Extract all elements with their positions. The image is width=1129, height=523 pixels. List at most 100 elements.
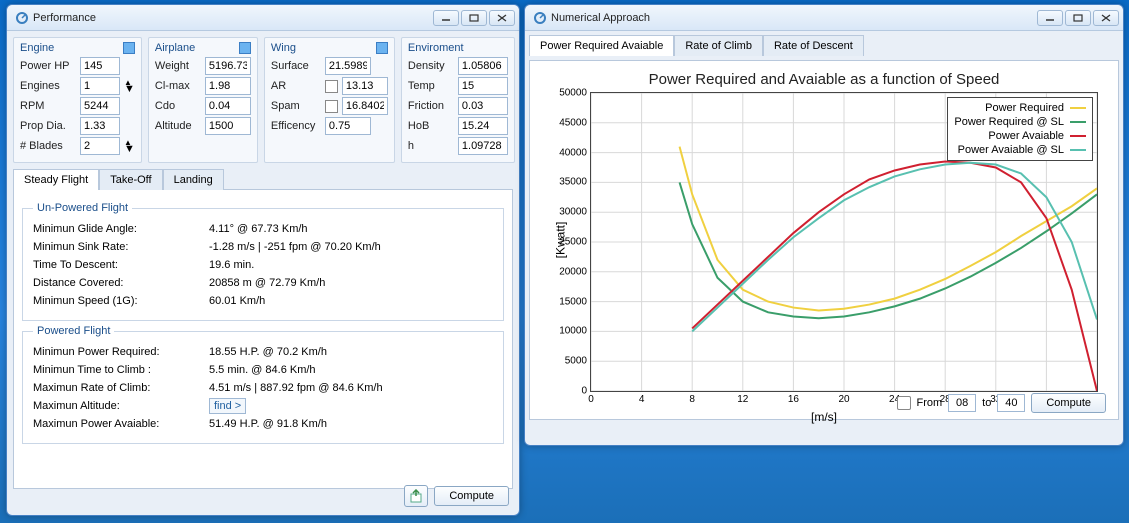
export-icon-button[interactable] xyxy=(404,485,428,507)
minimize-button[interactable] xyxy=(1037,10,1063,26)
compute-button[interactable]: Compute xyxy=(434,486,509,506)
clmax-input[interactable] xyxy=(205,77,251,95)
min-speed-label: Minimun Speed (1G): xyxy=(33,295,209,307)
rpm-input[interactable] xyxy=(80,97,120,115)
friction-input[interactable] xyxy=(458,97,508,115)
sink-rate-value: -1.28 m/s | -251 fpm @ 70.20 Km/h xyxy=(209,241,381,253)
unpowered-fieldset: Un-Powered Flight Minimun Glide Angle:4.… xyxy=(22,202,504,321)
surface-input[interactable] xyxy=(325,57,371,75)
engine-group: Engine Power HP Engines▲▼ RPM Prop Dia. … xyxy=(13,37,142,163)
h-label: h xyxy=(408,140,454,152)
compute-range-button[interactable]: Compute xyxy=(1031,393,1106,413)
blades-label: # Blades xyxy=(20,140,76,152)
max-roc-label: Maximun Rate of Climb: xyxy=(33,382,209,394)
density-input[interactable] xyxy=(458,57,508,75)
min-power-req-value: 18.55 H.P. @ 70.2 Km/h xyxy=(209,346,327,358)
ar-checkbox[interactable] xyxy=(325,80,338,93)
tab-power-required-available[interactable]: Power Required Avaiable xyxy=(529,35,674,56)
blades-stepper[interactable]: ▲▼ xyxy=(124,140,135,152)
engine-expand-icon[interactable] xyxy=(123,42,135,54)
app-icon xyxy=(15,11,29,25)
engines-label: Engines xyxy=(20,80,76,92)
chart-legend: Power Required Power Required @ SL Power… xyxy=(947,97,1093,161)
max-roc-value: 4.51 m/s | 887.92 fpm @ 84.6 Km/h xyxy=(209,382,383,394)
legend-pasl-swatch xyxy=(1070,149,1086,151)
distance-covered-label: Distance Covered: xyxy=(33,277,209,289)
powered-legend: Powered Flight xyxy=(33,325,114,337)
prop-dia-input[interactable] xyxy=(80,117,120,135)
tab-steady-flight[interactable]: Steady Flight xyxy=(13,169,99,190)
engines-stepper[interactable]: ▲▼ xyxy=(124,80,135,92)
min-time-climb-label: Minimun Time to Climb : xyxy=(33,364,209,376)
range-checkbox[interactable] xyxy=(897,396,911,410)
legend-prsl-label: Power Required @ SL xyxy=(954,116,1064,128)
maximize-button[interactable] xyxy=(1065,10,1091,26)
range-to-input[interactable] xyxy=(997,394,1025,412)
legend-prsl-swatch xyxy=(1070,121,1086,123)
max-power-avail-value: 51.49 H.P. @ 91.8 Km/h xyxy=(209,418,327,430)
numerical-titlebar[interactable]: Numerical Approach xyxy=(525,5,1123,31)
find-altitude-button[interactable]: find > xyxy=(209,398,246,414)
time-to-descent-value: 19.6 min. xyxy=(209,259,254,271)
weight-input[interactable] xyxy=(205,57,251,75)
wing-group-title: Wing xyxy=(271,42,296,54)
altitude-input[interactable] xyxy=(205,117,251,135)
rpm-label: RPM xyxy=(20,100,76,112)
friction-label: Friction xyxy=(408,100,454,112)
blades-input[interactable] xyxy=(80,137,120,155)
weight-label: Weight xyxy=(155,60,201,72)
numerical-title: Numerical Approach xyxy=(551,12,1037,24)
min-speed-value: 60.01 Km/h xyxy=(209,295,265,307)
performance-tabs: Steady Flight Take-Off Landing xyxy=(13,169,513,190)
tab-take-off[interactable]: Take-Off xyxy=(99,169,162,190)
max-altitude-label: Maximun Altitude: xyxy=(33,400,209,412)
legend-pasl-label: Power Avaiable @ SL xyxy=(958,144,1064,156)
h-input[interactable] xyxy=(458,137,508,155)
ar-input[interactable] xyxy=(342,77,388,95)
close-button[interactable] xyxy=(489,10,515,26)
eff-input[interactable] xyxy=(325,117,371,135)
legend-pa-label: Power Avaiable xyxy=(988,130,1064,142)
wing-expand-icon[interactable] xyxy=(376,42,388,54)
airplane-expand-icon[interactable] xyxy=(239,42,251,54)
spam-checkbox[interactable] xyxy=(325,100,338,113)
spam-input[interactable] xyxy=(342,97,388,115)
surface-label: Surface xyxy=(271,60,321,72)
wing-group: Wing Surface AR Spam Efficency xyxy=(264,37,395,163)
steady-flight-panel: Un-Powered Flight Minimun Glide Angle:4.… xyxy=(13,189,513,489)
tab-rate-of-climb[interactable]: Rate of Climb xyxy=(674,35,763,56)
chart-panel: Power Required and Avaiable as a functio… xyxy=(529,60,1119,420)
performance-title: Performance xyxy=(33,12,433,24)
chart-plot: Power Required Power Required @ SL Power… xyxy=(590,92,1098,392)
environment-group: Enviroment Density Temp Friction HoB h xyxy=(401,37,515,163)
power-hp-label: Power HP xyxy=(20,60,76,72)
hob-input[interactable] xyxy=(458,117,508,135)
clmax-label: Cl-max xyxy=(155,80,201,92)
range-to-label: to xyxy=(982,397,991,409)
legend-pr-label: Power Required xyxy=(985,102,1064,114)
prop-dia-label: Prop Dia. xyxy=(20,120,76,132)
chart-title: Power Required and Avaiable as a functio… xyxy=(538,71,1110,88)
time-to-descent-label: Time To Descent: xyxy=(33,259,209,271)
tab-landing[interactable]: Landing xyxy=(163,169,224,190)
performance-titlebar[interactable]: Performance xyxy=(7,5,519,31)
range-from-input[interactable] xyxy=(948,394,976,412)
ar-label: AR xyxy=(271,80,321,92)
engines-input[interactable] xyxy=(80,77,120,95)
distance-covered-value: 20858 m @ 72.79 Km/h xyxy=(209,277,325,289)
unpowered-legend: Un-Powered Flight xyxy=(33,202,132,214)
range-controls: From to Compute xyxy=(897,393,1107,413)
minimize-button[interactable] xyxy=(433,10,459,26)
cdo-input[interactable] xyxy=(205,97,251,115)
maximize-button[interactable] xyxy=(461,10,487,26)
tab-rate-of-descent[interactable]: Rate of Descent xyxy=(763,35,864,56)
legend-pa-swatch xyxy=(1070,135,1086,137)
altitude-label: Altitude xyxy=(155,120,201,132)
close-button[interactable] xyxy=(1093,10,1119,26)
power-hp-input[interactable] xyxy=(80,57,120,75)
temp-input[interactable] xyxy=(458,77,508,95)
numerical-window: Numerical Approach Power Required Avaiab… xyxy=(524,4,1124,446)
sink-rate-label: Minimun Sink Rate: xyxy=(33,241,209,253)
engine-group-title: Engine xyxy=(20,42,54,54)
app-icon xyxy=(533,11,547,25)
